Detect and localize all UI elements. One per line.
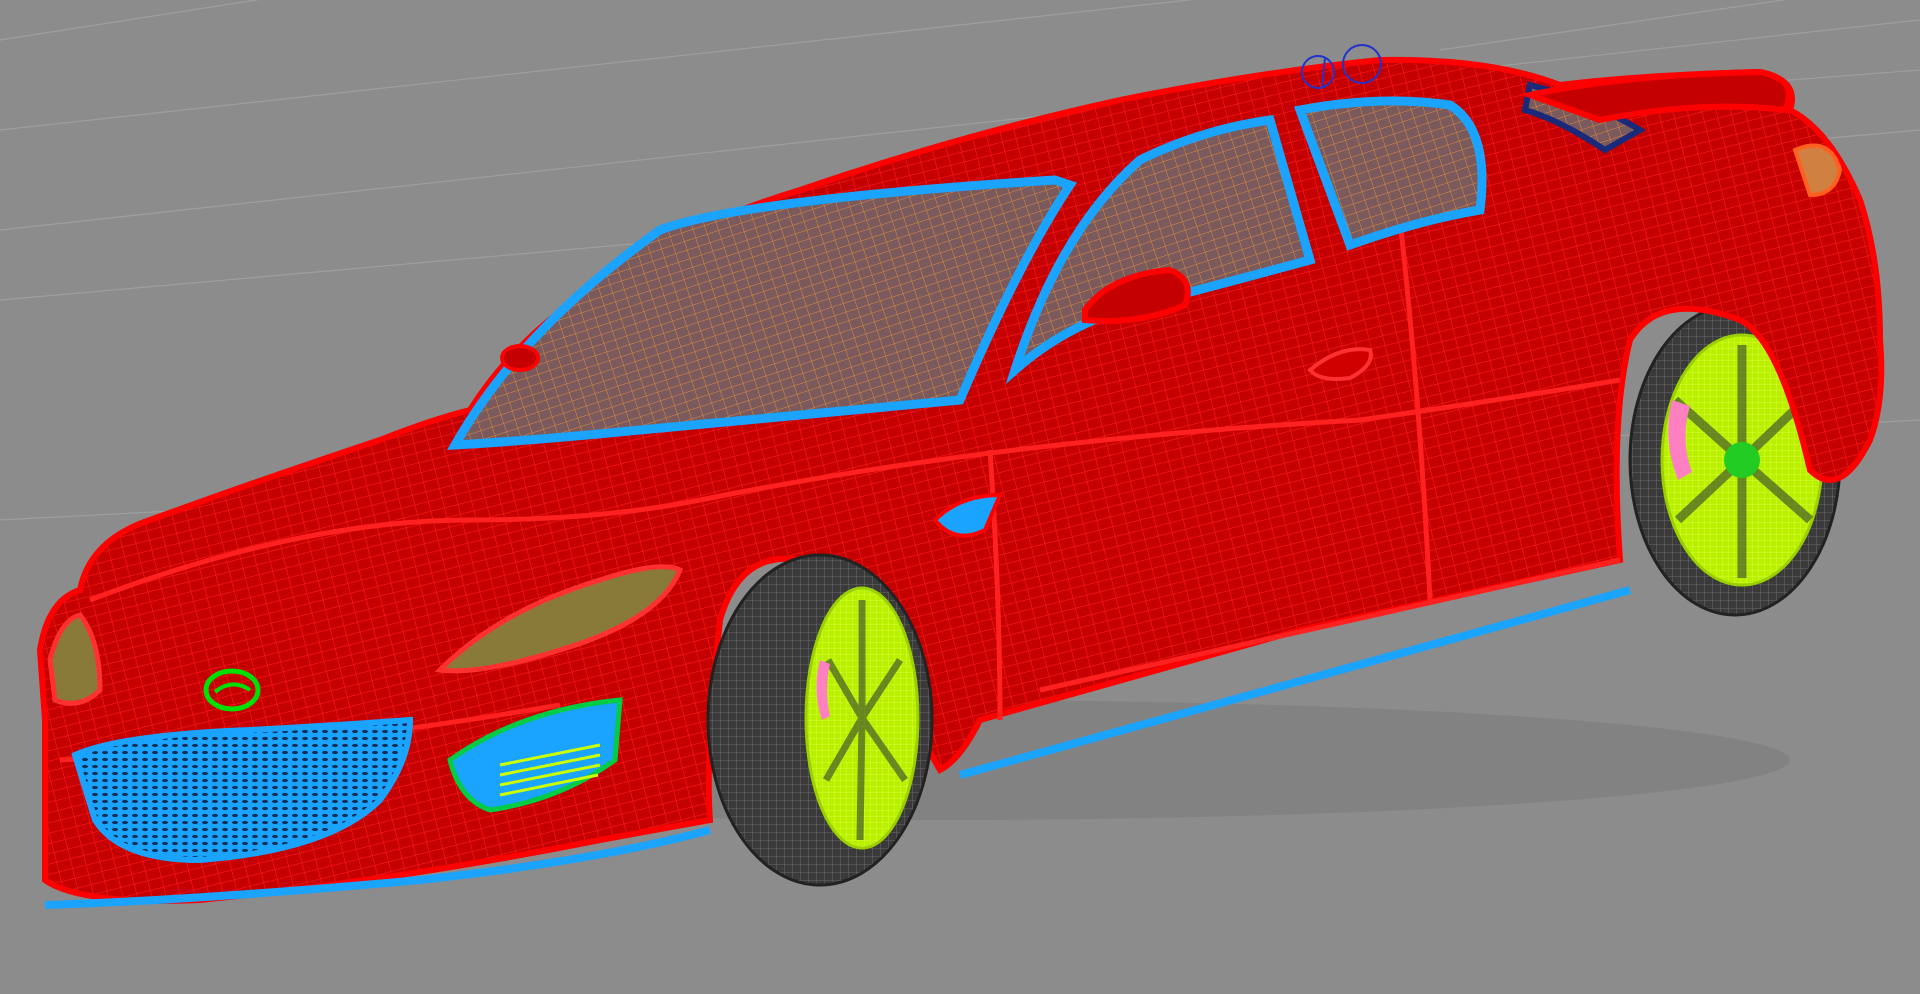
front-wheel[interactable] xyxy=(706,553,934,887)
grid-line xyxy=(1439,0,1788,51)
grid-line xyxy=(0,0,260,41)
3d-viewport[interactable] xyxy=(0,0,1920,994)
viewport-scene[interactable] xyxy=(0,0,1920,994)
antenna-nub xyxy=(500,344,540,372)
